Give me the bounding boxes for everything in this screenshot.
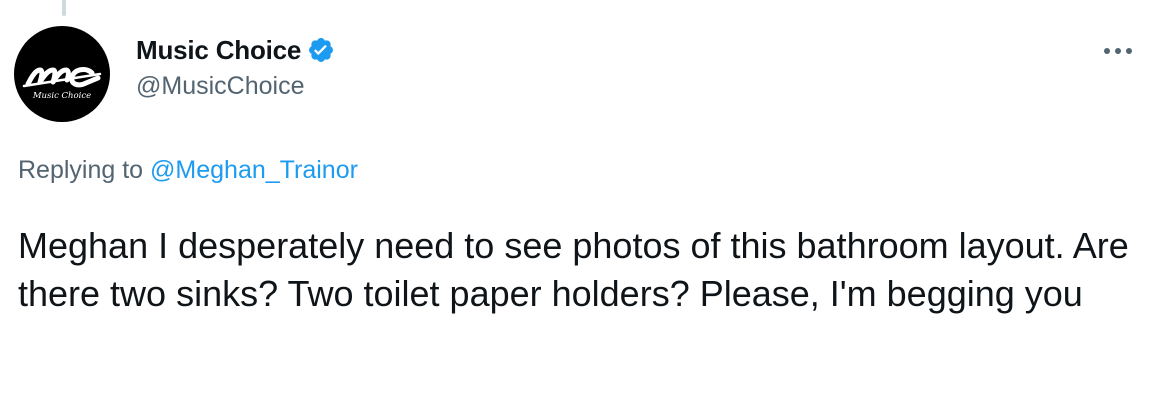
author-display-name[interactable]: Music Choice [136, 35, 301, 66]
avatar-caption: Music Choice [32, 91, 91, 101]
tweet: Music Choice Music Choice @MusicChoice R… [0, 0, 1160, 408]
more-options-button[interactable] [1096, 36, 1140, 66]
name-row: Music Choice [136, 32, 335, 68]
replying-to-line: Replying to @Meghan_Trainor [18, 156, 358, 185]
replying-to-prefix: Replying to [18, 156, 151, 184]
author-handle[interactable]: @MusicChoice [136, 72, 335, 101]
verified-badge-icon [307, 36, 335, 64]
avatar[interactable]: Music Choice [14, 26, 110, 122]
author-block: Music Choice @MusicChoice [136, 32, 335, 101]
more-options-icon [1104, 48, 1132, 54]
music-choice-logo: Music Choice [22, 67, 102, 101]
replying-to-mention-link[interactable]: @Meghan_Trainor [150, 156, 358, 184]
tweet-text: Meghan I desperately need to see photos … [18, 225, 1129, 314]
